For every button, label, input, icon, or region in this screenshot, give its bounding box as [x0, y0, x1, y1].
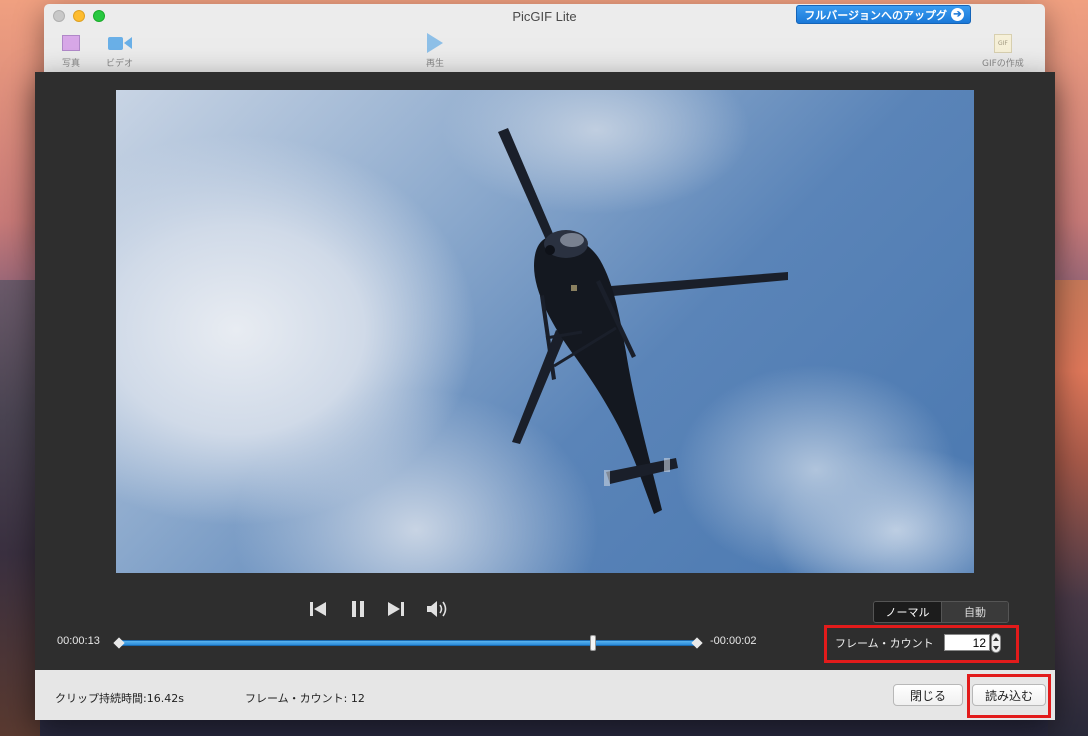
photo-label: 写真 — [62, 59, 81, 69]
skip-back-icon[interactable] — [307, 597, 329, 621]
video-import-sheet: ノーマル 自動 00:00:13 -00:00:02 フレーム・カウント クリッ… — [35, 72, 1055, 720]
play-icon — [427, 33, 443, 53]
elapsed-time: 00:00:13 — [57, 635, 100, 647]
mode-auto-segment[interactable]: 自動 — [942, 602, 1008, 622]
play-tool-button[interactable]: 再生 — [426, 32, 444, 69]
play-label: 再生 — [426, 59, 445, 69]
title-bar: PicGIF Lite フルバージョンへのアップグ ➔ — [44, 4, 1045, 28]
upgrade-button[interactable]: フルバージョンへのアップグ ➔ — [796, 5, 971, 24]
load-button[interactable]: 読み込む — [972, 684, 1046, 706]
arrow-right-icon: ➔ — [951, 8, 964, 21]
window-controls — [53, 10, 105, 22]
playback-mode-segmented-control: ノーマル 自動 — [873, 601, 1009, 623]
remaining-time: -00:00:02 — [710, 635, 757, 647]
helicopter-image — [498, 128, 788, 514]
frame-count-stepper[interactable] — [991, 633, 1001, 653]
create-gif-label: GIFの作成 — [982, 59, 1024, 69]
video-camera-icon — [107, 36, 132, 50]
footer-frame-count-text: フレーム・カウント: 12 — [245, 692, 365, 705]
video-tool-button[interactable]: ビデオ — [106, 32, 133, 69]
gif-file-icon: GIF — [993, 33, 1012, 53]
upgrade-label: フルバージョンへのアップグ — [804, 9, 947, 22]
pause-icon[interactable] — [347, 597, 369, 621]
zoom-window-button[interactable] — [93, 10, 105, 22]
video-preview — [116, 90, 974, 573]
create-gif-tool-button[interactable]: GIF GIFの作成 — [982, 32, 1024, 69]
minimize-window-button[interactable] — [73, 10, 85, 22]
desktop-background-left — [0, 280, 40, 736]
stepper-down-icon[interactable] — [993, 645, 999, 650]
close-button[interactable]: 閉じる — [893, 684, 963, 706]
clip-duration-text: クリップ持続時間:16.42s — [55, 692, 184, 705]
volume-icon[interactable] — [425, 597, 451, 621]
window-title: PicGIF Lite — [512, 8, 577, 24]
playhead-handle[interactable] — [590, 635, 596, 651]
close-window-button[interactable] — [53, 10, 65, 22]
video-label: ビデオ — [106, 59, 134, 69]
toolbar: 写真 ビデオ 再生 GIF GIFの作成 — [44, 28, 1045, 72]
skip-forward-icon[interactable] — [385, 597, 407, 621]
frame-count-input[interactable] — [944, 634, 990, 651]
photo-tool-button[interactable]: 写真 — [62, 32, 80, 69]
frame-count-label: フレーム・カウント — [835, 637, 934, 650]
trim-slider-track[interactable] — [119, 640, 697, 646]
mode-normal-segment[interactable]: ノーマル — [874, 602, 942, 622]
video-player: ノーマル 自動 00:00:13 -00:00:02 フレーム・カウント — [35, 72, 1055, 670]
stepper-up-icon[interactable] — [993, 636, 999, 641]
photo-icon — [62, 35, 80, 51]
